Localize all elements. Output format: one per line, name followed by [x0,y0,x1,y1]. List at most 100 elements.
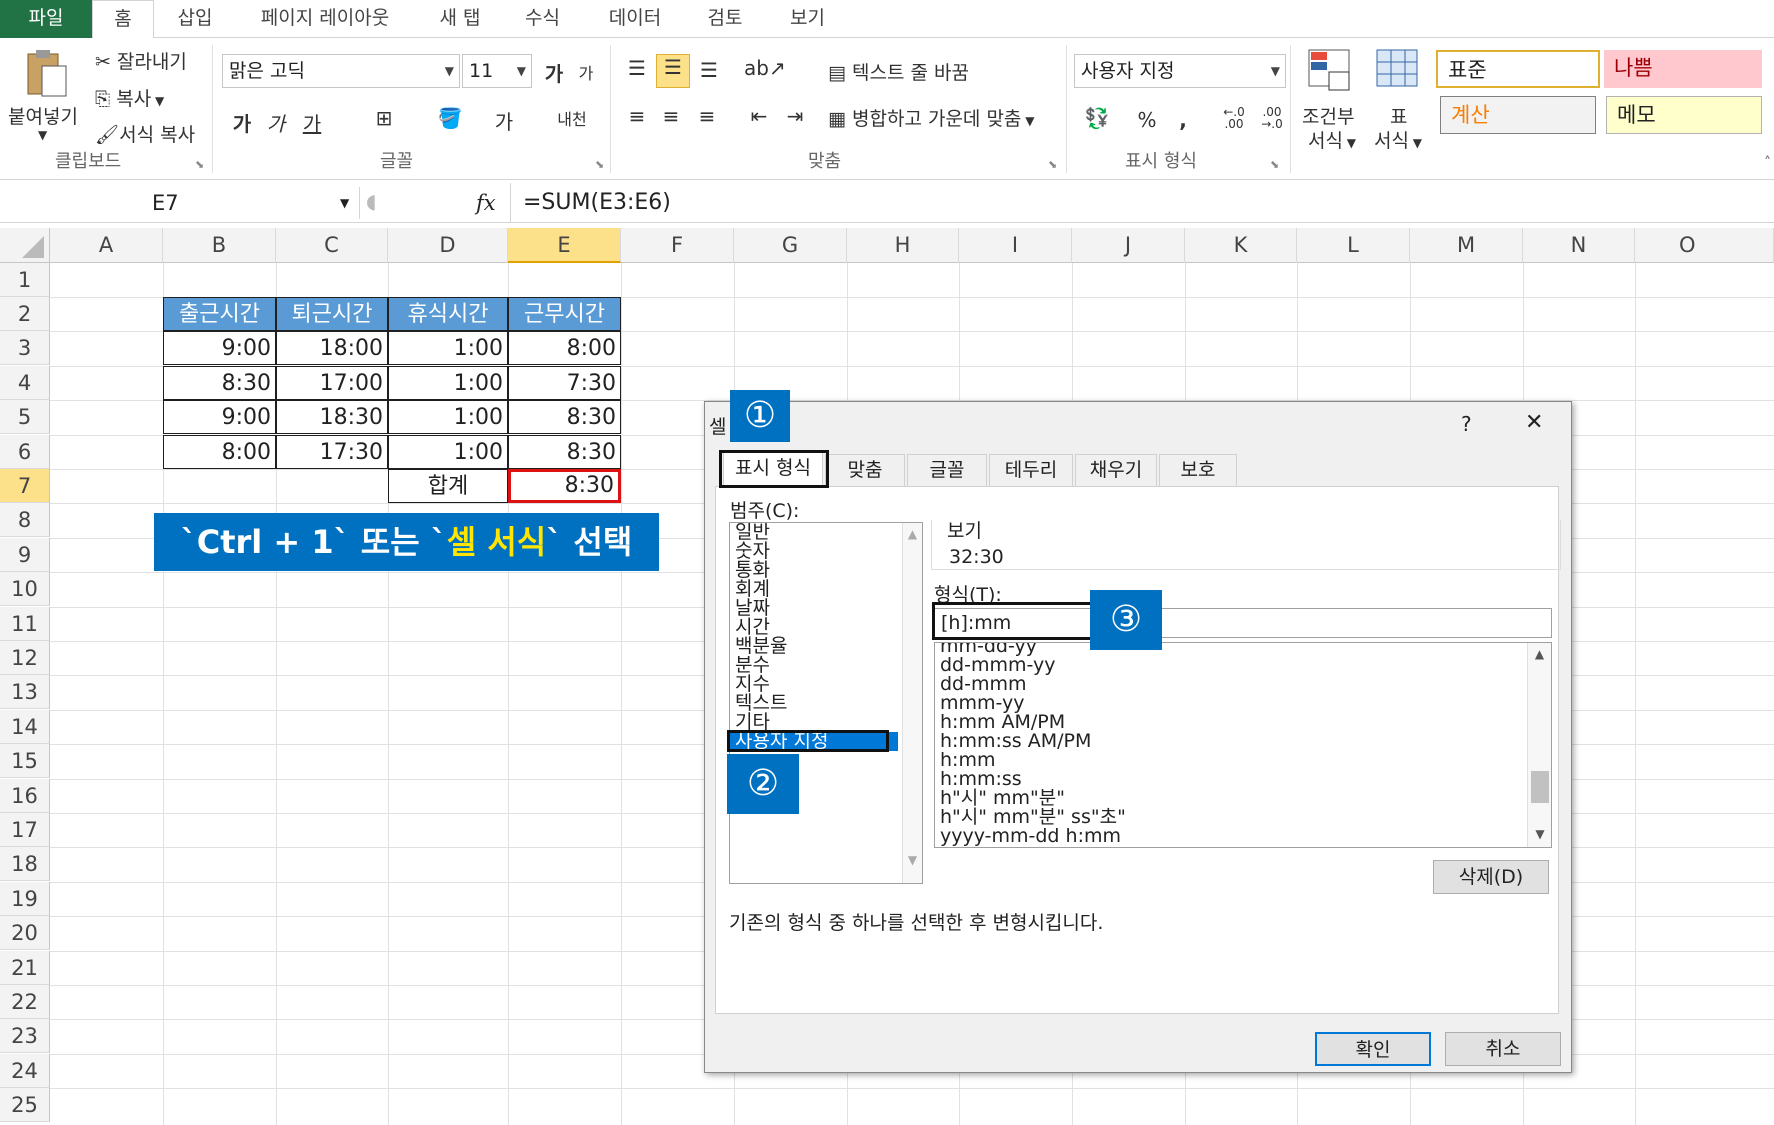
table-cell[interactable]: 8:00 [508,331,621,365]
table-cell[interactable]: 1:00 [388,331,508,365]
copy-button[interactable]: ⎘ 복사 ▼ [95,84,164,111]
row-header[interactable]: 10 [0,572,50,606]
decrease-indent-icon[interactable]: ⇤ [744,104,774,128]
row-header[interactable]: 21 [0,951,50,985]
row-header[interactable]: 23 [0,1019,50,1053]
total-value-cell[interactable]: 8:30 [508,469,621,503]
merge-center-button[interactable]: ▦ 병합하고 가운데 맞춤 ▼ [828,104,1034,131]
category-list[interactable]: 일반 숫자 통화 회계 날짜 시간 백분율 분수 지수 텍스트 기타 사용자 지… [729,522,923,884]
list-item[interactable]: yyyy-mm-dd h:mm [935,827,1551,846]
scroll-up-icon[interactable]: ▲ [1528,647,1551,661]
format-list[interactable]: mm-dd-yy dd-mmm-yy dd-mmm mmm-yy h:mm AM… [934,642,1552,848]
fill-color-icon[interactable]: 🪣 [434,106,466,130]
column-header-j[interactable]: J [1072,228,1185,263]
row-header[interactable]: 12 [0,641,50,675]
list-item[interactable]: dd-mmm [935,675,1551,694]
name-box[interactable]: E7 ▼ [0,187,360,219]
align-middle-icon[interactable]: ☰ [656,54,690,88]
row-header[interactable]: 20 [0,916,50,950]
header-cell-work-hours[interactable]: 근무시간 [508,297,621,331]
shrink-font-icon[interactable]: 가 [572,60,600,84]
column-header-c[interactable]: C [276,228,388,263]
table-cell[interactable]: 18:00 [276,331,388,365]
row-header[interactable]: 19 [0,882,50,916]
border-icon[interactable]: ⊞ [368,106,400,130]
orientation-icon[interactable]: ab↗ [744,56,786,80]
cut-button[interactable]: ✂ 잘라내기 [95,47,187,74]
font-size-select[interactable]: 11 ▼ [462,54,532,88]
alignment-launcher-icon[interactable]: ⬊ [1048,158,1057,171]
row-header[interactable]: 11 [0,607,50,641]
row-header[interactable]: 16 [0,779,50,813]
table-cell[interactable]: 8:30 [163,366,276,400]
row-header[interactable]: 2 [0,297,50,331]
font-launcher-icon[interactable]: ⬊ [595,158,604,171]
table-cell[interactable]: 9:00 [163,400,276,434]
row-header[interactable]: 22 [0,985,50,1019]
tab-new[interactable]: 새 탭 [425,0,495,38]
list-item[interactable]: h:mm:ss AM/PM [935,732,1551,751]
style-normal[interactable]: 표준 [1436,50,1600,88]
cancel-button[interactable]: 취소 [1445,1032,1561,1066]
row-header[interactable]: 4 [0,366,50,400]
close-button[interactable]: ✕ [1525,410,1543,435]
row-header[interactable]: 5 [0,400,50,434]
column-header-b[interactable]: B [163,228,276,263]
style-note[interactable]: 메모 [1606,96,1762,134]
header-cell-break[interactable]: 휴식시간 [388,297,508,331]
ribbon-collapse-icon[interactable]: ˄ [1764,155,1771,171]
insert-function-button[interactable]: fx [476,187,502,219]
category-scrollbar[interactable]: ▲ ▼ [902,523,922,883]
table-cell[interactable]: 17:30 [276,435,388,469]
row-header[interactable]: 25 [0,1088,50,1122]
row-header[interactable]: 1 [0,263,50,297]
column-header-o[interactable]: O [1635,228,1774,263]
style-bad[interactable]: 나쁨 [1604,50,1762,88]
table-cell[interactable]: 8:30 [508,400,621,434]
table-cell[interactable]: 1:00 [388,400,508,434]
table-cell[interactable]: 1:00 [388,435,508,469]
row-header[interactable]: 24 [0,1054,50,1088]
tab-border[interactable]: 테두리 [989,454,1073,486]
underline-button[interactable]: 가 [298,108,326,137]
row-header[interactable]: 7 [0,469,50,503]
tab-fill[interactable]: 채우기 [1075,454,1157,486]
paste-icon[interactable] [20,48,70,98]
table-cell[interactable]: 9:00 [163,331,276,365]
tab-font[interactable]: 글꼴 [907,454,987,486]
phonetic-icon[interactable]: 내천 [552,106,592,130]
row-header[interactable]: 9 [0,538,50,572]
align-top-icon[interactable]: ☰ [622,56,652,80]
scroll-down-icon[interactable]: ▼ [1528,827,1551,841]
total-label-cell[interactable]: 합계 [388,469,508,503]
column-header-l[interactable]: L [1297,228,1410,263]
align-center-icon[interactable]: ≡ [656,104,686,128]
column-header-n[interactable]: N [1523,228,1635,263]
percent-button[interactable]: % [1134,108,1160,132]
tab-formulas[interactable]: 수식 [510,0,575,38]
formula-bar-grip-icon[interactable]: ◖ [366,189,386,217]
column-header-m[interactable]: M [1410,228,1523,263]
table-cell[interactable]: 8:00 [163,435,276,469]
column-header-h[interactable]: H [847,228,959,263]
tab-protection[interactable]: 보호 [1159,454,1237,486]
row-header[interactable]: 17 [0,813,50,847]
conditional-format-button[interactable]: 조건부 [1302,102,1354,129]
format-scrollbar[interactable]: ▲ ▼ [1527,643,1551,847]
italic-button[interactable]: 가 [262,108,290,137]
bold-button[interactable]: 가 [228,108,256,137]
tab-view[interactable]: 보기 [775,0,840,38]
select-all-corner[interactable] [0,228,50,263]
align-bottom-icon[interactable]: ☰ [694,58,724,82]
currency-icon[interactable]: 💱 [1080,106,1114,130]
font-color-button[interactable]: 가 [488,106,520,135]
increase-indent-icon[interactable]: ⇥ [780,104,810,128]
formula-input[interactable]: =SUM(E3:E6) [510,183,1774,223]
align-left-icon[interactable]: ≡ [622,104,652,128]
column-header-i[interactable]: I [959,228,1072,263]
row-header[interactable]: 14 [0,710,50,744]
tab-file[interactable]: 파일 [0,0,92,38]
ok-button[interactable]: 확인 [1315,1032,1431,1066]
header-cell-clock-out[interactable]: 퇴근시간 [276,297,388,331]
tab-review[interactable]: 검토 [695,0,755,38]
